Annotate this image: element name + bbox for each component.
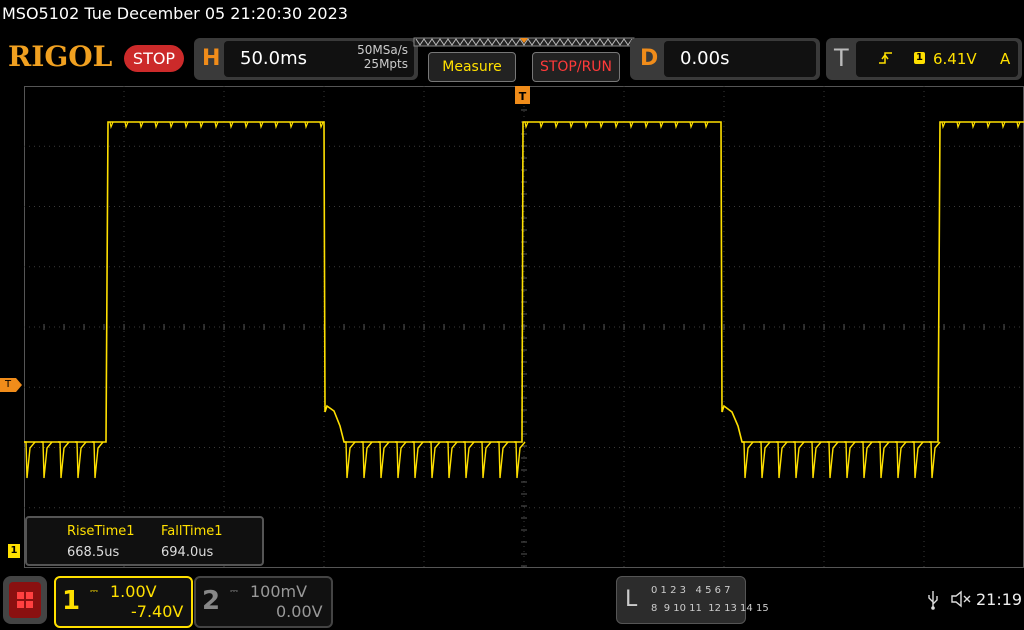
delay-panel[interactable]: D 0.00s xyxy=(630,38,820,80)
grid-menu-icon xyxy=(17,592,33,608)
ripple-spike xyxy=(463,441,475,479)
rigol-logo: RIGOL xyxy=(8,40,113,73)
dc-coupling-icon: ⎓ xyxy=(90,586,98,597)
timebase-value: 50.0ms xyxy=(240,48,307,69)
ripple-spike xyxy=(776,441,788,479)
usb-icon xyxy=(928,591,938,610)
delay-letter: D xyxy=(640,46,659,71)
ripple-spike xyxy=(793,441,805,479)
app-menu-button[interactable] xyxy=(3,576,47,624)
ripple-spike xyxy=(446,441,458,479)
ripple-spike xyxy=(361,441,373,479)
ripple-spike xyxy=(58,441,70,479)
run-state-badge: STOP xyxy=(124,45,184,72)
ripple-spike xyxy=(92,441,104,479)
sample-rate: 50MSa/s xyxy=(357,43,408,57)
memory-depth: 25Mpts xyxy=(363,57,408,71)
system-time: 21:19 xyxy=(976,590,1023,609)
channel2-offset: 0.00V xyxy=(276,602,323,621)
channel1-scale: 1.00V xyxy=(110,582,157,601)
ripple-spike xyxy=(378,441,390,479)
memory-position-bar xyxy=(413,37,635,47)
channel1-ground-marker[interactable]: 1 xyxy=(8,544,20,558)
horizontal-letter: H xyxy=(202,46,221,71)
graticule xyxy=(24,86,1024,568)
horizontal-panel[interactable]: H 50.0ms 50MSa/s 25Mpts xyxy=(194,38,418,80)
logic-channels-row1: 0 1 2 3 4 5 6 7 xyxy=(651,585,731,596)
trigger-mode: A xyxy=(1000,50,1011,68)
speaker-muted-icon[interactable] xyxy=(950,590,972,608)
measurement-value: 694.0us xyxy=(161,545,214,560)
stop-run-button[interactable]: STOP/RUN xyxy=(532,52,620,82)
ripple-spike xyxy=(878,441,890,479)
measurement-name: RiseTime1 xyxy=(67,524,135,539)
channel1-offset: -7.40V xyxy=(131,602,184,621)
rising-edge-icon xyxy=(879,52,892,64)
trigger-level: 6.41V xyxy=(933,50,977,68)
measure-button[interactable]: Measure xyxy=(428,52,516,82)
ripple-spike xyxy=(861,441,873,479)
measurement-name: FallTime1 xyxy=(161,524,223,539)
measurement-value: 668.5us xyxy=(67,545,120,560)
logic-panel[interactable]: L 0 1 2 3 4 5 6 7 8 9 10 11 12 13 14 15 xyxy=(616,576,769,624)
logic-channels-row2: 8 9 10 11 12 13 14 15 xyxy=(651,603,769,614)
channel2-scale: 100mV xyxy=(250,582,308,601)
ripple-spike xyxy=(412,441,424,479)
channel1-number: 1 xyxy=(62,586,81,616)
delay-value: 0.00s xyxy=(680,48,730,69)
measurement-panel[interactable]: RiseTime1 668.5us FallTime1 694.0us xyxy=(25,516,264,566)
trigger-level-marker[interactable]: T xyxy=(0,378,22,392)
model-datetime: MSO5102 Tue December 05 21:20:30 2023 xyxy=(2,4,348,23)
dc-coupling-icon: ⎓ xyxy=(230,586,238,597)
waveform-display[interactable] xyxy=(24,86,1024,568)
ripple-spike xyxy=(742,441,754,479)
channel1-ripple xyxy=(24,441,941,479)
ripple-spike xyxy=(41,441,53,479)
trigger-panel[interactable]: T 1 6.41V A xyxy=(826,38,1022,80)
channel2-number: 2 xyxy=(202,586,221,616)
channel1-panel[interactable]: 1 ⎓ 1.00V -7.40V xyxy=(54,576,193,628)
trigger-letter: T xyxy=(834,44,849,72)
channel2-panel[interactable]: 2 ⎓ 100mV 0.00V xyxy=(194,576,333,628)
logic-letter: L xyxy=(625,587,638,612)
trigger-position-marker[interactable]: T xyxy=(515,86,530,108)
ripple-spike xyxy=(497,441,509,479)
ripple-spike xyxy=(827,441,839,479)
ripple-spike xyxy=(912,441,924,479)
trigger-channel-badge: 1 xyxy=(914,52,925,64)
